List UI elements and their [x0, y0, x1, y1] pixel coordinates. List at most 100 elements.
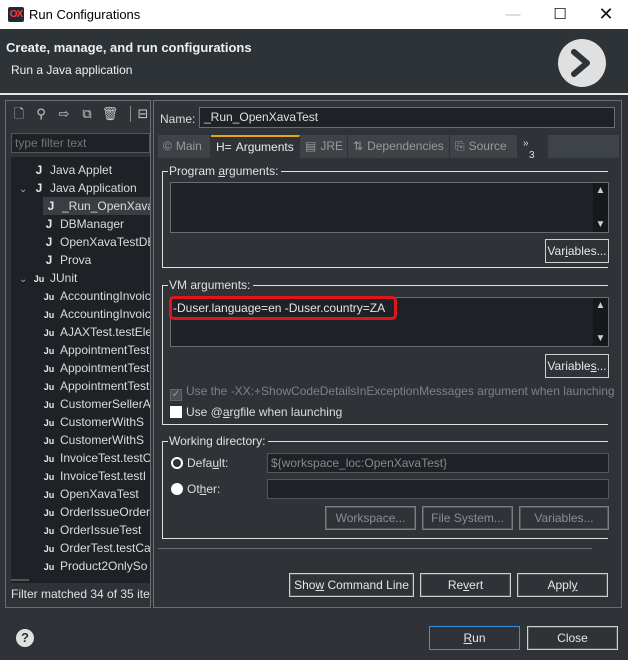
tree-item[interactable]: Ju AppointmentTest — [41, 377, 150, 395]
tree-item[interactable]: Ju OrderIssueOrder — [41, 503, 150, 521]
show-code-details-checkbox[interactable]: ✓ — [170, 389, 182, 401]
tree-item[interactable]: J Java Applet — [19, 161, 112, 179]
filter-status: Filter matched 34 of 35 items — [11, 587, 150, 601]
tree-item[interactable]: Ju CustomerWithS — [41, 413, 144, 431]
scrollbar-thumb[interactable] — [11, 579, 29, 581]
tree-item[interactable]: Ju InvoiceTest.testC — [41, 449, 150, 467]
configuration-tree: J Java Applet ⌄ J Java Application J _Run_Open… — [11, 157, 150, 577]
header-banner: Create, manage, and run configurations R… — [0, 29, 628, 95]
maximize-button[interactable]: ☐ — [537, 0, 583, 29]
tree-item[interactable]: Ju OrderTest.testCa — [41, 539, 150, 557]
help-icon[interactable]: ? — [16, 629, 34, 647]
vm-arguments-scrollbar[interactable]: ▲ ▼ — [593, 298, 608, 346]
scroll-down-icon[interactable]: ▼ — [593, 333, 608, 344]
apply-button[interactable]: Apply — [517, 573, 608, 597]
more-tabs-button[interactable]: » 3 — [518, 135, 548, 161]
new-prototype-icon[interactable]: ⚲ — [32, 105, 50, 123]
other-directory-field[interactable] — [267, 479, 609, 499]
tree-item-label: CustomerWithS — [60, 433, 145, 447]
junit-icon: Ju — [43, 436, 55, 446]
tree-item[interactable]: Ju AppointmentTest — [41, 359, 150, 377]
export-configuration-icon[interactable]: ⇨ — [55, 105, 73, 123]
tree-item[interactable]: Ju CustomerWithS — [41, 431, 144, 449]
tab-jre[interactable]: ▤ JRE — [300, 135, 348, 158]
vm-variables-button[interactable]: Variables... — [545, 354, 609, 378]
junit-icon: Ju — [43, 544, 55, 554]
tree-item-label: InvoiceTest.testI — [60, 469, 147, 483]
vm-arguments-group: VM arguments: -Duser.language=en -Duser.… — [162, 278, 615, 425]
tree-item-label: Java Application — [50, 181, 137, 195]
revert-button[interactable]: Revert — [420, 573, 511, 597]
junit-icon: Ju — [43, 472, 55, 482]
tree-item[interactable]: J OpenXavaTestDB — [41, 233, 150, 251]
vm-arguments-label: VM arguments: — [168, 278, 254, 292]
tree-item[interactable]: Ju AccountingInvoice — [41, 305, 150, 323]
chevron-down-icon[interactable]: ⌄ — [19, 181, 31, 199]
tab-arguments[interactable]: H= Arguments — [211, 135, 300, 158]
filter-input[interactable] — [11, 133, 150, 153]
minimize-button[interactable]: — — [490, 0, 536, 29]
program-arguments-scrollbar[interactable]: ▲ ▼ — [593, 183, 608, 232]
tab-dependencies[interactable]: ⇅ Dependencies — [348, 135, 450, 158]
argfile-checkbox-row[interactable]: Use @argfile when launching — [170, 405, 342, 419]
java-icon: J — [45, 253, 53, 267]
file-system-button[interactable]: File System... — [422, 506, 513, 530]
tree-item[interactable]: ⌄ Ju JUnit — [19, 269, 77, 287]
tree-item-label: Prova — [60, 253, 92, 267]
junit-icon: Ju — [43, 418, 55, 428]
tree-item[interactable]: Ju AJAXTest.testEle — [41, 323, 150, 341]
duplicate-icon[interactable]: ⧉ — [78, 105, 96, 123]
delete-icon[interactable]: 🗑 — [101, 105, 119, 123]
scroll-up-icon[interactable]: ▲ — [593, 185, 608, 196]
new-configuration-icon[interactable]: 🗋 — [10, 105, 28, 123]
close-window-button[interactable]: ✕ — [583, 0, 628, 29]
other-radio[interactable] — [171, 483, 183, 495]
junit-icon: Ju — [43, 310, 55, 320]
collapse-all-icon[interactable]: ⊟ — [134, 105, 152, 123]
default-radio-row[interactable]: Default: — [171, 456, 228, 470]
run-button[interactable]: Run — [429, 626, 520, 650]
name-label: Name: — [160, 112, 196, 126]
tree-item-label: OrderIssueTest — [60, 523, 142, 537]
tree-item[interactable]: Ju Product2OnlySo — [41, 557, 148, 575]
tree-item[interactable]: Ju AppointmentTest — [41, 341, 150, 359]
tree-item[interactable]: J _Run_OpenXavaTest — [43, 197, 150, 215]
tree-item[interactable]: Ju CustomerSellerA — [41, 395, 150, 413]
working-variables-button[interactable]: Variables... — [519, 506, 609, 530]
scroll-up-icon[interactable]: ▲ — [593, 300, 608, 311]
default-radio[interactable] — [171, 457, 183, 469]
tree-item[interactable]: ⌄ J Java Application — [19, 179, 137, 197]
tree-item-label: AppointmentTest — [60, 361, 150, 375]
junit-icon: Ju — [43, 400, 55, 410]
tab-source[interactable]: ⎘ Source — [450, 135, 518, 158]
argfile-checkbox[interactable] — [170, 406, 182, 418]
tree-item[interactable]: Ju InvoiceTest.testI — [41, 467, 146, 485]
tab-label: JRE — [320, 139, 344, 153]
jre-tab-icon: ▤ — [305, 139, 317, 153]
program-variables-button[interactable]: Variables... — [545, 239, 609, 263]
tree-horizontal-scrollbar[interactable] — [11, 577, 150, 583]
tab-main[interactable]: © Main — [158, 135, 211, 158]
show-command-line-button[interactable]: Show Command Line — [289, 573, 414, 597]
close-button[interactable]: Close — [527, 626, 618, 650]
tree-item[interactable]: Ju OpenXavaTest — [41, 485, 139, 503]
tree-item[interactable]: J Prova — [41, 251, 92, 269]
tree-item-label: InvoiceTest.testC — [60, 451, 150, 465]
program-arguments-group: Program arguments: ▲ ▼ Variables... — [162, 164, 609, 268]
show-code-details-checkbox-row[interactable]: ✓ Use the -XX:+ShowCodeDetailsInException… — [170, 384, 615, 401]
tree-item[interactable]: Ju AccountingInvoice — [41, 287, 150, 305]
workspace-button[interactable]: Workspace... — [325, 506, 416, 530]
tree-item-label: AJAXTest.testEle — [60, 325, 150, 339]
tree-item[interactable]: Ju OrderIssueTest — [41, 521, 142, 539]
tree-item-label: Product2OnlySo — [60, 559, 148, 573]
chevron-down-icon[interactable]: ⌄ — [19, 271, 31, 289]
junit-icon: Ju — [43, 382, 55, 392]
scroll-down-icon[interactable]: ▼ — [593, 219, 608, 230]
program-arguments-textarea[interactable]: ▲ ▼ — [170, 182, 609, 233]
working-directory-group: Working directory: Default: ${workspace_… — [162, 434, 609, 539]
dependencies-tab-icon: ⇅ — [353, 139, 364, 153]
tree-item[interactable]: J DBManager — [41, 215, 124, 233]
name-input[interactable]: _Run_OpenXavaTest — [199, 107, 615, 128]
other-radio-row[interactable]: Other: — [171, 482, 220, 496]
tree-item-label: CustomerSellerA — [60, 397, 150, 411]
